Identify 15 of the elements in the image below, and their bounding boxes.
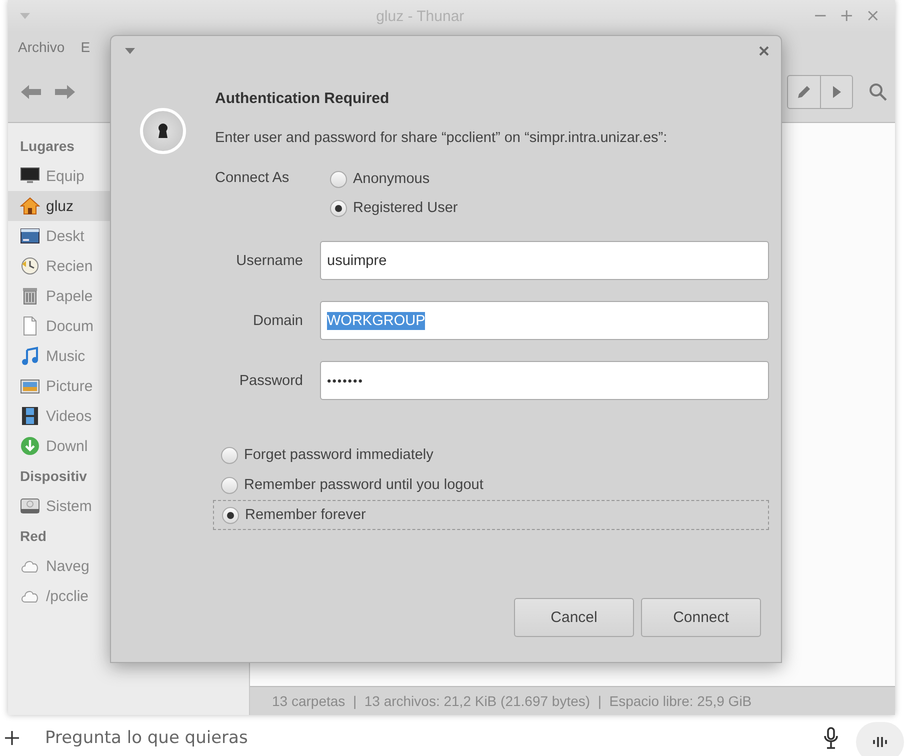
sidebar-heading: Red (20, 527, 46, 546)
status-bar: 13 carpetas | 13 archivos: 21,2 KiB (21.697 bytes) | Espacio libre: 25,9 GiB (250, 686, 895, 715)
sidebar-heading: Dispositiv (20, 467, 87, 486)
radio-label: Anonymous (353, 171, 430, 187)
radio-label: Remember password until you logout (244, 477, 484, 493)
radio-label: Remember forever (245, 507, 366, 523)
sidebar-heading: Lugares (20, 137, 74, 156)
field-label: Domain (252, 312, 303, 328)
dialog-message: Enter user and password for share “pcclient” on “simpr.intra.unizar.es”: (215, 130, 668, 146)
field-label: Connect As (215, 169, 290, 188)
radio-label: Registered User (353, 200, 458, 216)
field-label: Username (235, 252, 303, 268)
field-label: Password (238, 372, 303, 388)
dialog-title: Authentication Required (215, 90, 390, 107)
radio-label: Forget password immediately (244, 447, 434, 463)
